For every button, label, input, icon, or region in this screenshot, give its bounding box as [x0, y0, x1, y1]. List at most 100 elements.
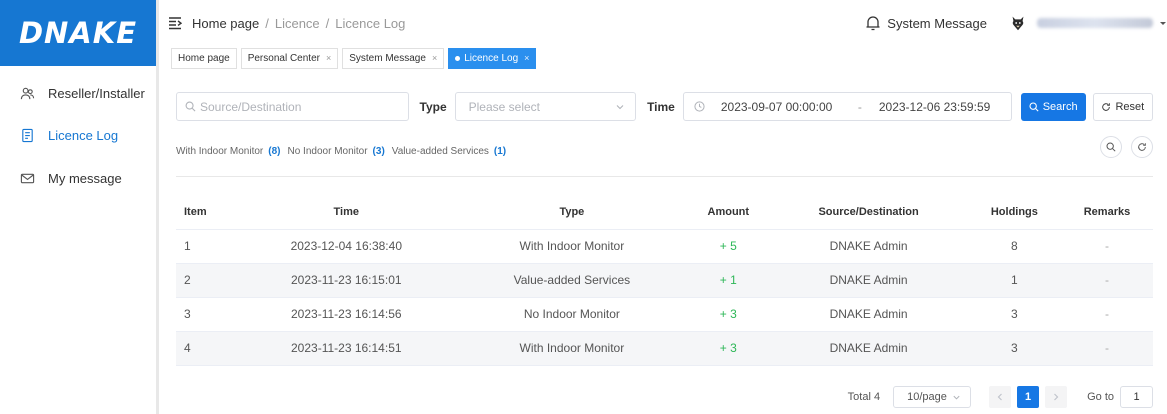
breadcrumb-separator: / [325, 15, 330, 31]
cell-item: 2 [176, 263, 236, 298]
breadcrumb-separator: / [265, 15, 269, 31]
chevron-down-icon[interactable] [1159, 19, 1167, 27]
time-separator: - [857, 99, 862, 114]
cell-time: 2023-11-23 16:14:56 [236, 297, 457, 332]
cell-type: With Indoor Monitor [456, 229, 688, 264]
tab-label: System Message [349, 52, 426, 64]
logo-text: DNAKE [18, 16, 138, 50]
table-row: 4 2023-11-23 16:14:51 With Indoor Monito… [176, 331, 1153, 366]
cell-amount: + 1 [687, 263, 770, 298]
menu-toggle-icon[interactable] [168, 16, 182, 30]
filter-bar: Source/Destination Type Please select Ti… [176, 92, 1153, 121]
breadcrumb-home[interactable]: Home page [192, 16, 259, 31]
chevron-left-icon [997, 393, 1003, 401]
prev-page-button[interactable] [989, 386, 1012, 408]
time-label: Time [647, 99, 675, 114]
page-button[interactable]: 1 [1017, 386, 1040, 408]
close-icon[interactable]: × [326, 53, 331, 63]
people-icon [19, 85, 35, 101]
table-row: 3 2023-11-23 16:14:56 No Indoor Monitor … [176, 297, 1153, 332]
sidebar-item-my-message[interactable]: My message [0, 157, 156, 200]
pagination: Total 4 10/page 1 Go to 1 [848, 386, 1153, 408]
topbar: Home page / Licence / Licence Log System… [159, 0, 1167, 46]
column-header: Time [236, 195, 457, 230]
active-dot-icon [455, 55, 461, 61]
type-label: Type [419, 99, 447, 114]
content-area: Source/Destination Type Please select Ti… [176, 92, 1153, 408]
avatar[interactable] [1007, 12, 1029, 34]
page-size-value: 10/page [907, 391, 947, 403]
cell-item: 4 [176, 331, 236, 366]
time-end: 2023-12-06 23:59:59 [878, 99, 991, 114]
time-range-picker[interactable]: 2023-09-07 00:00:00 - 2023-12-06 23:59:5… [682, 92, 1012, 121]
close-icon[interactable]: × [432, 53, 437, 63]
source-destination-input[interactable]: Source/Destination [176, 92, 409, 121]
summary-count: (8) [268, 145, 281, 157]
cell-remarks: - [1060, 263, 1153, 298]
cell-holdings: 1 [967, 263, 1061, 298]
summary-count: (3) [372, 145, 385, 157]
tab-system-message[interactable]: System Message × [342, 47, 445, 69]
pagination-total: Total 4 [847, 391, 881, 403]
tab-bar: Home page Personal Center × System Messa… [159, 46, 1167, 70]
main-panel: Home page / Licence / Licence Log System… [159, 0, 1167, 414]
search-button[interactable]: Search [1020, 92, 1086, 121]
cell-amount: + 5 [687, 229, 770, 264]
cell-remarks: - [1060, 331, 1153, 366]
tab-licence-log[interactable]: Licence Log × [448, 47, 537, 69]
column-header: Type [456, 195, 688, 230]
tab-personal-center[interactable]: Personal Center × [240, 47, 339, 69]
sidebar-item-licence-log[interactable]: Licence Log [0, 114, 156, 157]
search-icon [185, 101, 196, 112]
goto-page-input[interactable]: 1 [1120, 386, 1153, 408]
page-size-select[interactable]: 10/page [893, 386, 972, 408]
type-select[interactable]: Please select [454, 92, 637, 121]
summary-label: No Indoor Monitor [287, 145, 368, 157]
table-tools [1100, 136, 1153, 158]
cell-holdings: 3 [967, 297, 1061, 332]
chevron-right-icon [1054, 393, 1059, 401]
breadcrumb-licence: Licence [274, 15, 320, 31]
type-placeholder: Please select [468, 99, 540, 114]
cell-item: 1 [176, 229, 236, 264]
licence-summary: With Indoor Monitor (8) No Indoor Monito… [176, 136, 1153, 158]
system-message-link[interactable]: System Message [887, 16, 987, 31]
toggle-search-button[interactable] [1100, 136, 1122, 158]
time-start: 2023-09-07 00:00:00 [720, 99, 833, 114]
next-page-button[interactable] [1045, 386, 1068, 408]
close-icon[interactable]: × [524, 53, 529, 63]
reset-button[interactable]: Reset [1092, 92, 1153, 121]
cell-type: With Indoor Monitor [456, 331, 688, 366]
column-header: Source/Destination [769, 195, 968, 230]
column-header: Remarks [1060, 195, 1153, 230]
cell-remarks: - [1060, 229, 1153, 264]
goto-page: Go to 1 [1087, 386, 1153, 408]
summary-count: (1) [493, 145, 507, 157]
chevron-down-icon [616, 104, 624, 109]
tab-home-page[interactable]: Home page [171, 47, 237, 69]
cell-holdings: 8 [967, 229, 1061, 264]
bell-icon[interactable] [864, 14, 882, 32]
search-button-label: Search [1042, 100, 1078, 113]
refresh-icon [1138, 143, 1146, 151]
column-header: Item [176, 195, 236, 230]
username-redacted[interactable] [1037, 18, 1153, 28]
sidebar-item-label: My message [48, 171, 122, 186]
breadcrumb-licence-log: Licence Log [335, 15, 406, 31]
logo: DNAKE [0, 0, 156, 66]
chevron-down-icon [953, 395, 960, 400]
cell-item: 3 [176, 297, 236, 332]
header-right: System Message [864, 0, 1167, 46]
table-row: 2 2023-11-23 16:15:01 Value-added Servic… [176, 263, 1153, 298]
sidebar-item-reseller-installer[interactable]: Reseller/Installer [0, 72, 156, 114]
cell-amount: + 3 [687, 297, 770, 332]
summary-label: With Indoor Monitor [176, 145, 264, 157]
cell-type: No Indoor Monitor [456, 297, 688, 332]
search-icon [1029, 101, 1039, 112]
divider [176, 176, 1153, 177]
refresh-button[interactable] [1131, 136, 1153, 158]
search-placeholder: Source/Destination [200, 99, 302, 114]
cell-amount: + 3 [687, 331, 770, 366]
cell-source-destination: DNAKE Admin [769, 229, 968, 264]
search-icon [1106, 142, 1116, 152]
